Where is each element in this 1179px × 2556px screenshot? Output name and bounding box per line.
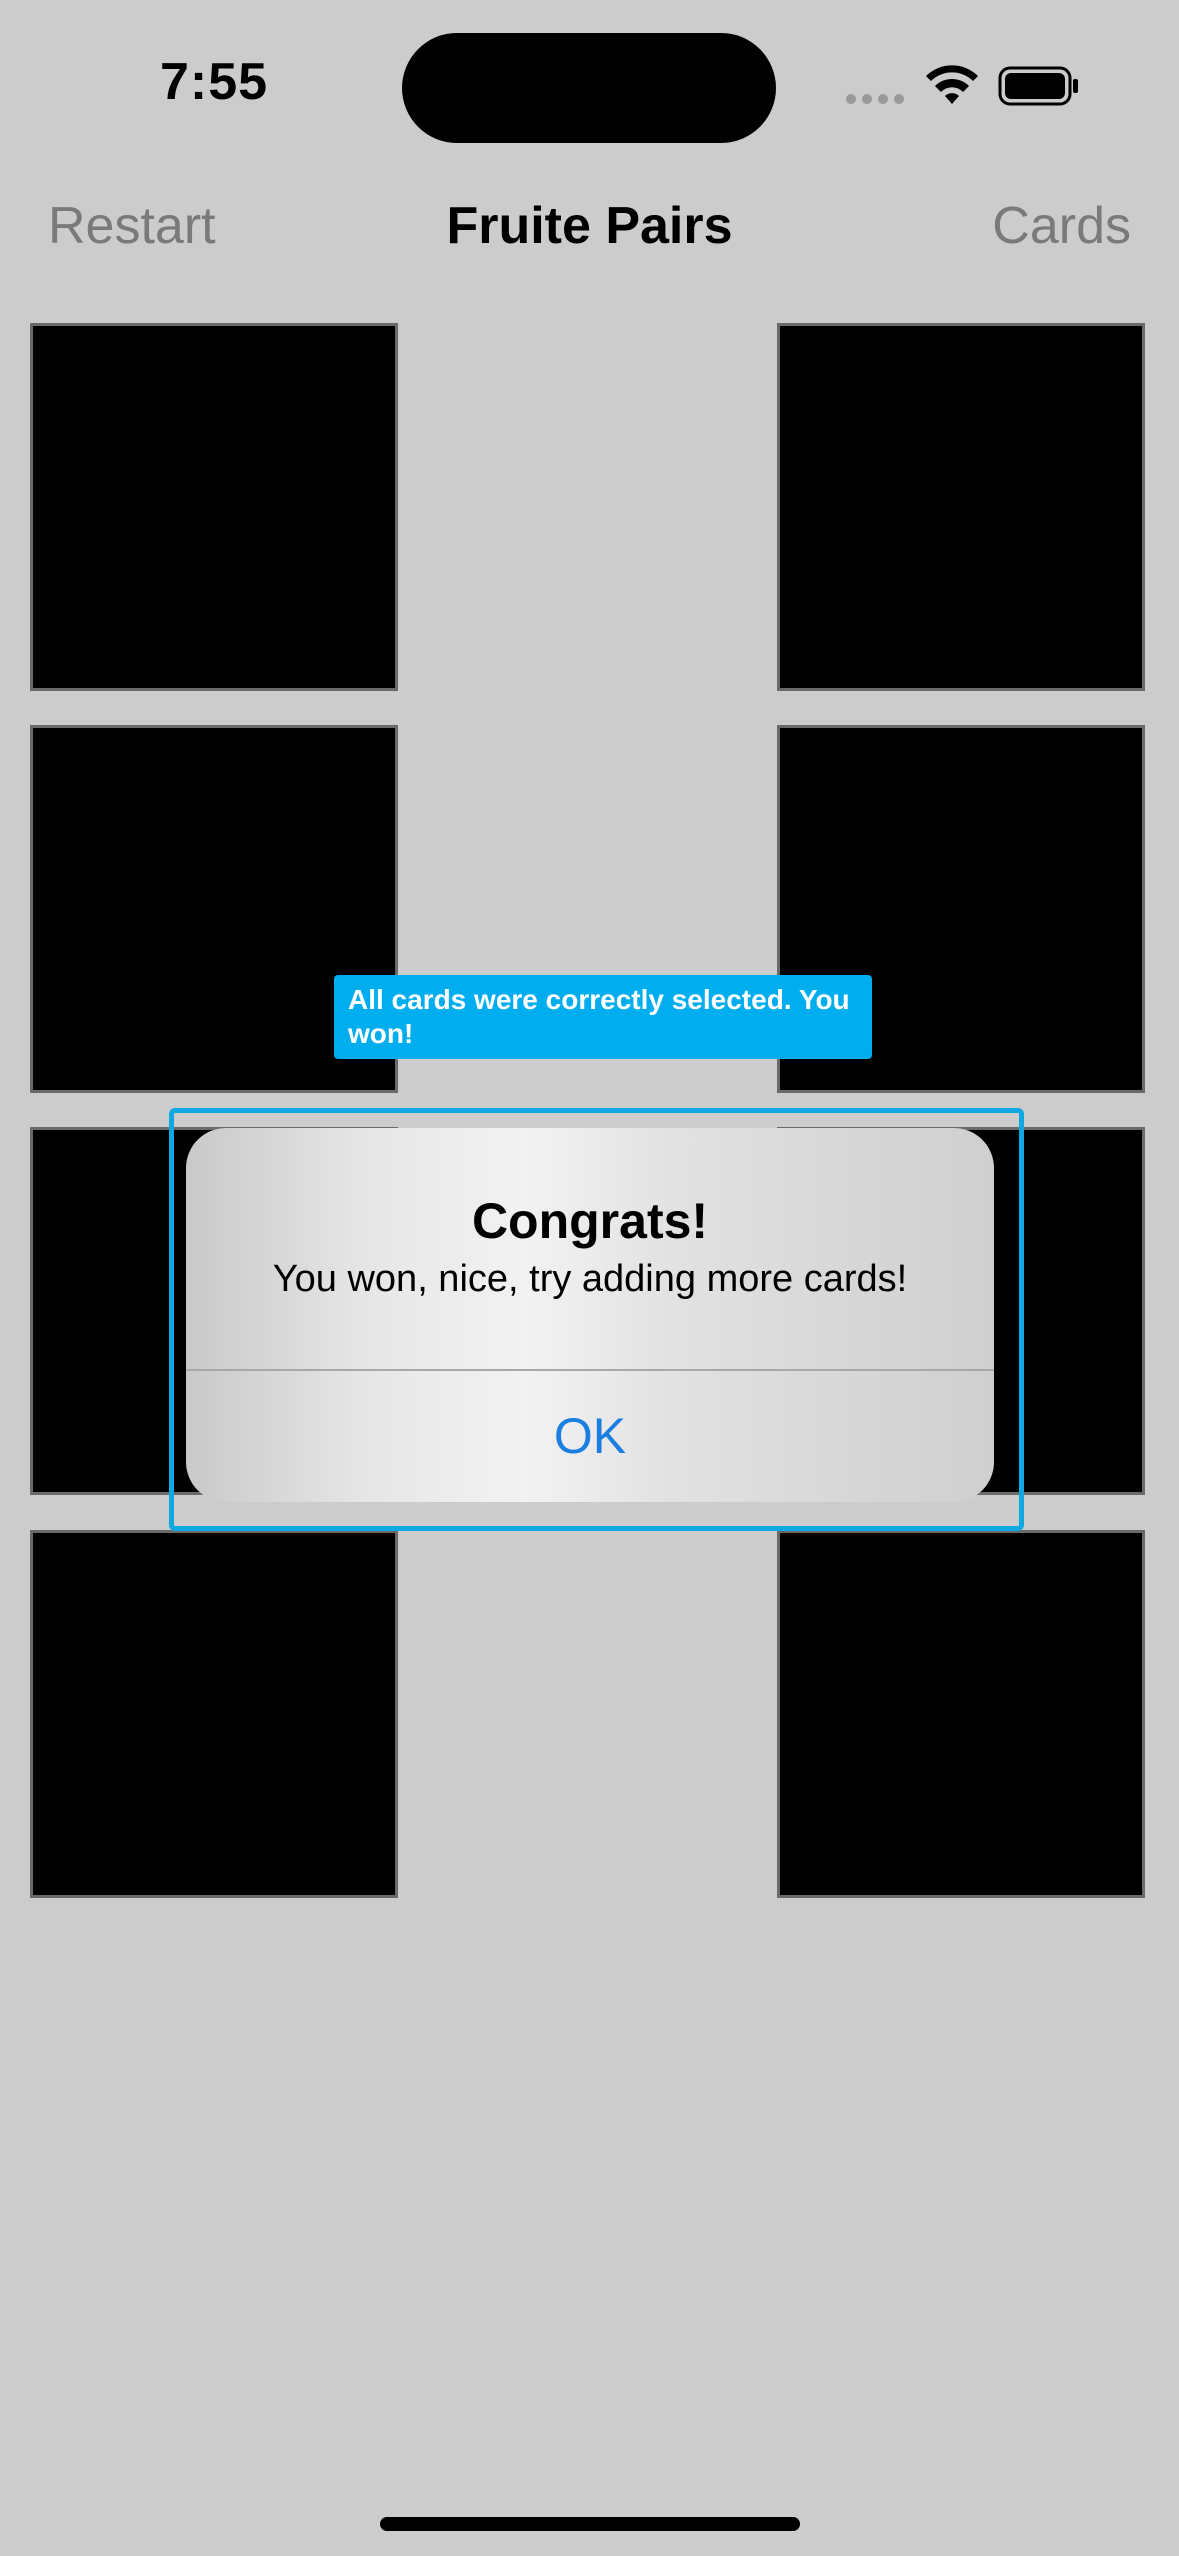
- alert-title: Congrats!: [471, 1193, 709, 1249]
- dynamic-island: [402, 33, 776, 143]
- ok-button[interactable]: OK: [186, 1371, 994, 1502]
- card[interactable]: [30, 323, 398, 691]
- status-time: 7:55: [160, 53, 269, 111]
- battery-icon: [998, 66, 1078, 106]
- wifi-icon: [926, 65, 978, 104]
- home-indicator[interactable]: [380, 2517, 800, 2531]
- cards-button[interactable]: Cards: [992, 196, 1131, 256]
- signal-dots-icon: [846, 94, 904, 104]
- card[interactable]: [777, 323, 1145, 691]
- alert-message: You won, nice, try adding more cards!: [272, 1258, 908, 1300]
- card[interactable]: [30, 1530, 398, 1898]
- alert-dialog: Congrats! You won, nice, try adding more…: [186, 1128, 994, 1502]
- card[interactable]: [777, 1530, 1145, 1898]
- accessibility-tooltip: All cards were correctly selected. You w…: [334, 975, 872, 1059]
